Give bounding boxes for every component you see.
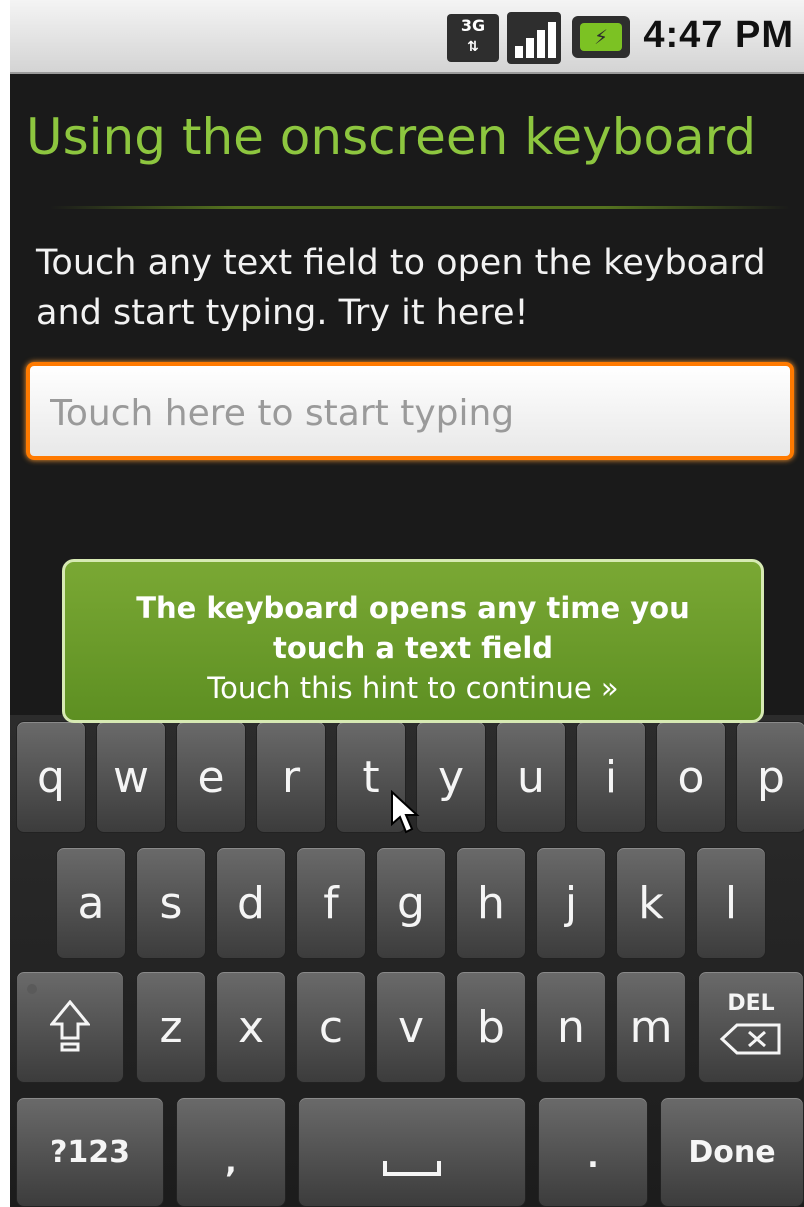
key-y[interactable]: y [416,721,486,833]
key-label: c [318,1002,344,1053]
key-w[interactable]: w [96,721,166,833]
key-h[interactable]: h [456,847,526,959]
key-label: g [397,878,425,929]
key-i[interactable]: i [576,721,646,833]
key-n[interactable]: n [536,971,606,1083]
key-s[interactable]: s [136,847,206,959]
space-bar-icon [383,1161,441,1176]
key-label: x [237,1002,265,1053]
key-label: u [517,752,545,803]
key-label: p [757,752,785,803]
key-a[interactable]: a [56,847,126,959]
shift-key[interactable] [16,971,124,1083]
key-label: n [557,1002,585,1053]
key-p[interactable]: p [736,721,804,833]
key-m[interactable]: m [616,971,686,1083]
key-label: d [237,878,265,929]
key-u[interactable]: u [496,721,566,833]
title-divider [50,206,790,209]
key-x[interactable]: x [216,971,286,1083]
status-bar: 3G ⇅ ⚡ 4:47 PM [10,0,804,74]
key-label: a [77,878,105,929]
hint-continue-link[interactable]: Touch this hint to continue » [65,668,761,708]
done-key[interactable]: Done [660,1097,804,1207]
onscreen-keyboard: DEL ?123 , . Done qwertyuiopasdfghjklzxc… [10,715,804,1207]
key-label: w [113,752,149,803]
key-v[interactable]: v [376,971,446,1083]
key-label: l [724,878,738,929]
network-label: 3G [460,16,486,35]
key-b[interactable]: b [456,971,526,1083]
symbols-label: ?123 [49,1135,131,1170]
shift-indicator-dot [27,984,37,994]
key-label: f [323,878,339,929]
signal-strength-icon [507,12,561,64]
key-label: e [197,752,225,803]
key-label: h [477,878,505,929]
period-label: . [587,1140,599,1175]
text-field-container[interactable] [26,362,794,460]
key-label: i [604,752,618,803]
key-label: r [281,752,301,803]
done-label: Done [688,1135,776,1170]
comma-key[interactable]: , [176,1097,286,1207]
delete-key[interactable]: DEL [698,971,804,1083]
space-key[interactable] [298,1097,526,1207]
shift-arrow-icon [48,999,92,1052]
status-time: 4:47 PM [643,14,794,56]
symbols-key[interactable]: ?123 [16,1097,164,1207]
key-e[interactable]: e [176,721,246,833]
period-key[interactable]: . [538,1097,648,1207]
keyboard-hint-callout[interactable]: The keyboard opens any time you touch a … [62,559,764,723]
key-label: b [477,1002,505,1053]
key-k[interactable]: k [616,847,686,959]
key-label: z [159,1002,183,1053]
key-label: y [437,752,465,803]
network-3g-icon: 3G ⇅ [447,14,499,62]
battery-charging-icon: ⚡ [572,16,630,58]
key-d[interactable]: d [216,847,286,959]
backspace-icon [719,1023,781,1055]
key-label: j [564,878,578,929]
key-f[interactable]: f [296,847,366,959]
mouse-pointer-icon [391,790,420,834]
typing-text-field[interactable] [48,382,772,444]
key-label: k [638,878,664,929]
delete-label: DEL [727,991,775,1016]
key-label: s [159,878,183,929]
key-label: m [629,1002,673,1053]
phone-screen: 3G ⇅ ⚡ 4:47 PM Using the onscreen keyboa… [10,0,804,1207]
page-title: Using the onscreen keyboard [26,108,757,166]
key-c[interactable]: c [296,971,366,1083]
key-g[interactable]: g [376,847,446,959]
key-l[interactable]: l [696,847,766,959]
key-z[interactable]: z [136,971,206,1083]
key-j[interactable]: j [536,847,606,959]
hint-main-text: The keyboard opens any time you touch a … [136,591,690,665]
comma-label: , [225,1145,237,1180]
key-o[interactable]: o [656,721,726,833]
key-r[interactable]: r [256,721,326,833]
key-label: q [37,752,65,803]
instructions-text: Touch any text field to open the keyboar… [36,243,766,333]
key-label: v [397,1002,425,1053]
key-q[interactable]: q [16,721,86,833]
key-label: o [677,752,705,803]
